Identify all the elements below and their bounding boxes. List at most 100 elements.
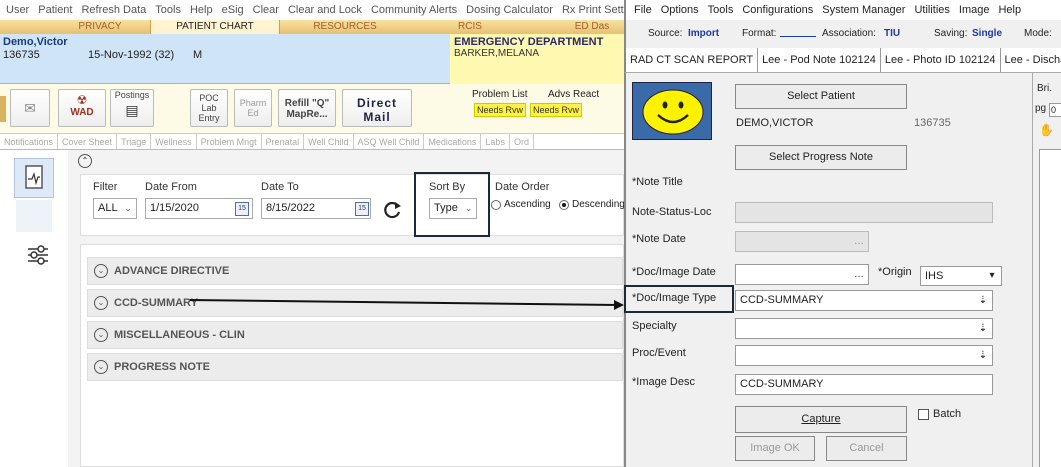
- nav-tab-medications[interactable]: Medications: [424, 134, 482, 149]
- refresh-icon[interactable]: [381, 199, 403, 221]
- association-value[interactable]: TIU: [884, 28, 900, 39]
- menu-rx-print-settings[interactable]: Rx Print Settin: [561, 4, 624, 16]
- tab-patient-chart[interactable]: PATIENT CHART: [150, 20, 280, 34]
- capture-button[interactable]: Capture: [735, 406, 907, 433]
- rmenu-utilities[interactable]: Utilities: [914, 4, 949, 16]
- image-desc-field[interactable]: CCD-SUMMARY: [735, 374, 993, 395]
- menu-help[interactable]: Help: [189, 4, 214, 16]
- alert-icon: ☢: [76, 93, 88, 107]
- dropdown-arrow-icon: ⇣: [978, 323, 988, 334]
- note-tab-rad-ct-scan-report[interactable]: RAD CT SCAN REPORT: [626, 48, 759, 72]
- problem-list-needs-review-badge[interactable]: Needs Rvw: [474, 103, 526, 117]
- advs-react-needs-review-badge[interactable]: Needs Rvw: [530, 103, 582, 117]
- page-input[interactable]: 0: [1049, 103, 1061, 117]
- collapse-filter-icon[interactable]: ⌃: [78, 154, 92, 168]
- nav-tab-triage[interactable]: Triage: [117, 134, 152, 149]
- batch-label: Batch: [933, 408, 962, 420]
- filter-select[interactable]: ALL ⌄: [93, 198, 137, 219]
- note-status-loc-field: [735, 202, 993, 223]
- menu-clear-and-lock[interactable]: Clear and Lock: [287, 4, 363, 16]
- filter-settings-icon[interactable]: [26, 244, 50, 266]
- date-order-label: Date Order: [495, 181, 550, 193]
- select-progress-note-button[interactable]: Select Progress Note: [735, 145, 907, 170]
- specialty-select[interactable]: ⇣: [735, 318, 993, 339]
- nav-tab-notifications[interactable]: Notifications: [0, 134, 59, 149]
- department-name: EMERGENCY DEPARTMENT: [454, 36, 604, 48]
- menu-dosing-calculator[interactable]: Dosing Calculator: [465, 4, 554, 16]
- menu-user[interactable]: User: [5, 4, 30, 16]
- descending-radio[interactable]: Descending: [559, 199, 625, 210]
- nav-tab-problem-mngt[interactable]: Problem Mngt: [197, 134, 262, 149]
- wad-button[interactable]: ☢ WAD: [58, 89, 106, 127]
- tab-privacy[interactable]: PRIVACY: [40, 20, 160, 34]
- menu-esig[interactable]: eSig: [221, 4, 245, 16]
- poc-lab-entry-button[interactable]: POC Lab Entry: [190, 89, 228, 127]
- nav-tab-orders[interactable]: Ord: [510, 134, 534, 149]
- proc-event-select[interactable]: ⇣: [735, 345, 993, 366]
- date-from-value: 1/15/2020: [150, 202, 199, 214]
- rmenu-help[interactable]: Help: [998, 4, 1021, 16]
- top-tab-bar: PRIVACY PATIENT CHART RESOURCES RCIS ED …: [0, 20, 624, 34]
- cancel-button: Cancel: [826, 436, 907, 461]
- note-tab-discharge[interactable]: Lee - Discharg: [1001, 48, 1061, 72]
- advs-react-label: Advs React: [548, 89, 600, 100]
- rmenu-configurations[interactable]: Configurations: [742, 4, 813, 16]
- source-label: Source:: [648, 28, 683, 39]
- dropdown-arrow-icon: ⇣: [978, 295, 988, 306]
- section-miscellaneous-clin[interactable]: ⌄ MISCELLANEOUS - CLIN: [87, 321, 623, 349]
- nav-tab-labs[interactable]: Labs: [481, 134, 510, 149]
- direct-mail-button[interactable]: Direct Mail: [342, 89, 412, 127]
- nav-tab-prenatal[interactable]: Prenatal: [262, 134, 305, 149]
- nav-tab-wellness[interactable]: Wellness: [151, 134, 197, 149]
- refill-button[interactable]: Refill "Q" MapRe...: [278, 89, 336, 127]
- section-progress-note[interactable]: ⌄ PROGRESS NOTE: [87, 353, 623, 381]
- note-tab-pod-note[interactable]: Lee - Pod Note 102124: [758, 48, 881, 72]
- nav-tab-asq-well-child[interactable]: ASQ Well Child: [354, 134, 425, 149]
- checkbox-unchecked-icon: [918, 408, 929, 420]
- rmenu-system-manager[interactable]: System Manager: [822, 4, 905, 16]
- doc-image-date-field[interactable]: …: [735, 264, 869, 285]
- doc-image-type-select[interactable]: CCD-SUMMARY ⇣: [735, 290, 993, 311]
- format-label: Format:: [742, 28, 777, 39]
- postings-button[interactable]: Postings ▤: [110, 89, 154, 127]
- note-tab-photo-id[interactable]: Lee - Photo ID 102124: [881, 48, 1001, 72]
- nav-tab-cover-sheet[interactable]: Cover Sheet: [58, 134, 118, 149]
- patient-name[interactable]: Demo,Victor: [3, 36, 68, 48]
- batch-checkbox[interactable]: Batch: [918, 408, 961, 420]
- calendar-icon[interactable]: 15: [235, 202, 249, 216]
- menu-patient[interactable]: Patient: [37, 4, 73, 16]
- pharm-ed-button[interactable]: Pharm Ed: [234, 89, 272, 127]
- menu-clear[interactable]: Clear: [252, 4, 280, 16]
- ellipsis-icon[interactable]: …: [850, 265, 868, 284]
- association-label: Association:: [822, 28, 876, 39]
- postings-icon: ▤: [125, 102, 139, 118]
- note-date-label: *Note Date: [632, 233, 686, 245]
- mode-label: Mode:: [1024, 28, 1052, 39]
- ascending-radio[interactable]: Ascending: [491, 199, 551, 210]
- section-ccd-summary[interactable]: ⌄ CCD-SUMMARY: [87, 289, 623, 317]
- saving-value[interactable]: Single: [972, 28, 1002, 39]
- select-patient-button[interactable]: Select Patient: [735, 84, 907, 109]
- nav-tab-well-child[interactable]: Well Child: [304, 134, 354, 149]
- tab-rcis[interactable]: RCIS: [430, 20, 510, 34]
- expand-icon: ⌄: [94, 296, 108, 310]
- patient-banner: Demo,Victor 136735 15-Nov-1992 (32) M EM…: [0, 34, 624, 84]
- envelope-button[interactable]: ✉: [10, 89, 50, 127]
- source-value[interactable]: Import: [688, 28, 719, 39]
- rmenu-file[interactable]: File: [634, 4, 652, 16]
- rmenu-options[interactable]: Options: [661, 4, 699, 16]
- section-advance-directive[interactable]: ⌄ ADVANCE DIRECTIVE: [87, 257, 623, 285]
- calendar-icon[interactable]: 15: [355, 202, 369, 216]
- menu-community-alerts[interactable]: Community Alerts: [370, 4, 458, 16]
- tab-resources[interactable]: RESOURCES: [290, 20, 400, 34]
- rmenu-image[interactable]: Image: [959, 4, 990, 16]
- menu-tools[interactable]: Tools: [154, 4, 182, 16]
- rmenu-tools[interactable]: Tools: [708, 4, 734, 16]
- document-icon-button[interactable]: [14, 158, 54, 198]
- format-value[interactable]: [780, 36, 816, 37]
- tab-ed-dashboard[interactable]: ED Das: [560, 20, 624, 34]
- pan-hand-icon[interactable]: ✋: [1039, 123, 1054, 137]
- menu-refresh-data[interactable]: Refresh Data: [80, 4, 147, 16]
- origin-select[interactable]: IHS ▾: [920, 266, 1002, 286]
- filter-panel: Filter ALL ⌄ Date From 1/15/2020 15 Date…: [80, 174, 625, 236]
